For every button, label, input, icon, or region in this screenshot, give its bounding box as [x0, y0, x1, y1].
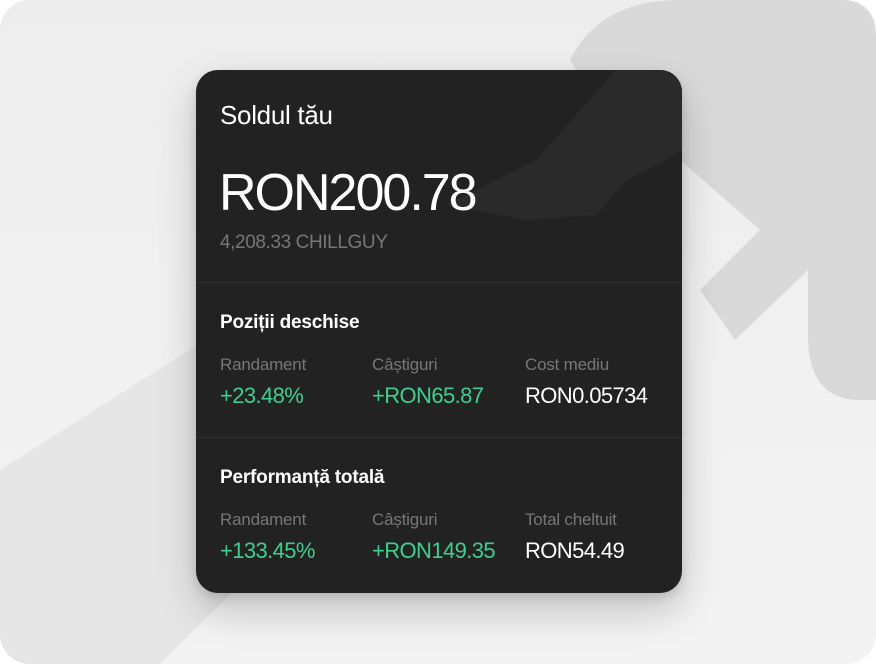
stat-label: Câștiguri	[372, 355, 438, 374]
stat-total-yield: Randament +133.45%	[220, 510, 316, 564]
stat-value: +23.48%	[220, 383, 304, 408]
stat-value: +RON149.35	[372, 538, 496, 563]
token-amount: 4,208.33 CHILLGUY	[220, 232, 388, 253]
stat-total-spent: Total cheltuit RON54.49	[525, 510, 625, 564]
stat-label: Câștiguri	[372, 510, 438, 529]
divider	[196, 282, 682, 283]
stat-label: Total cheltuit	[525, 510, 617, 529]
card-title: Soldul tău	[220, 100, 333, 130]
page-background: Soldul tău RON200.78 4,208.33 CHILLGUY P…	[0, 0, 876, 664]
stat-label: Cost mediu	[525, 355, 609, 374]
stat-label: Randament	[220, 510, 307, 529]
stat-open-earnings: Câștiguri +RON65.87	[372, 355, 484, 409]
balance-amount: RON200.78	[219, 164, 478, 222]
section-title-open-positions: Poziții deschise	[220, 312, 360, 333]
stat-value: +133.45%	[220, 538, 316, 563]
stat-value: RON54.49	[525, 538, 625, 563]
stat-open-average-cost: Cost mediu RON0.05734	[525, 355, 648, 409]
stat-value: +RON65.87	[372, 383, 484, 408]
stat-open-yield: Randament +23.48%	[220, 355, 306, 409]
divider	[196, 437, 682, 438]
stat-label: Randament	[220, 355, 307, 374]
stat-total-earnings: Câștiguri +RON149.35	[372, 510, 496, 564]
balance-card: Soldul tău RON200.78 4,208.33 CHILLGUY P…	[196, 70, 682, 593]
stat-value: RON0.05734	[525, 383, 648, 408]
section-title-total-performance: Performanță totală	[220, 467, 385, 488]
